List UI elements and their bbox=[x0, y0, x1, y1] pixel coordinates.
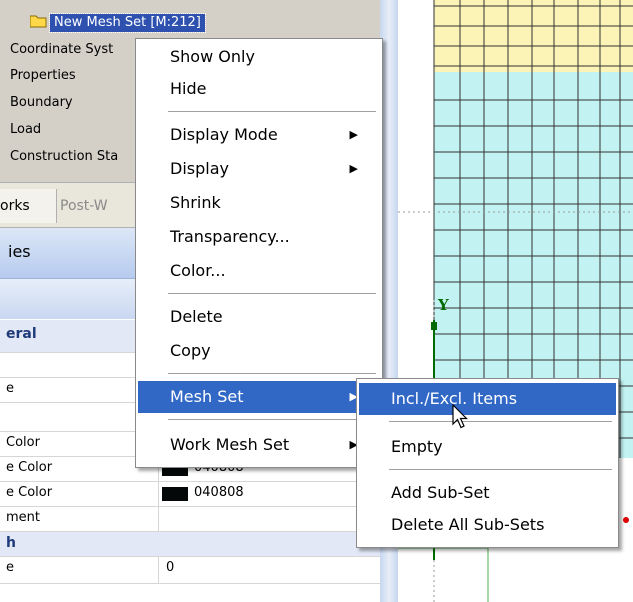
property-key: eral bbox=[6, 326, 37, 342]
context-menu: Show Only Hide Display Mode ▶ Display ▶ Sh… bbox=[135, 38, 383, 468]
property-value: 040808 bbox=[194, 485, 244, 500]
property-key: h bbox=[6, 535, 16, 551]
menu-item-hide[interactable]: Hide bbox=[138, 73, 380, 105]
property-key: ment bbox=[6, 510, 40, 525]
tree-item-construction-stage[interactable]: Construction Sta bbox=[10, 149, 118, 164]
menu-item-delete-all-sub-sets[interactable]: Delete All Sub-Sets bbox=[359, 509, 616, 541]
folder-icon bbox=[30, 15, 47, 28]
menu-item-transparency[interactable]: Transparency... bbox=[138, 221, 380, 253]
tree-item-coordinate-system[interactable]: Coordinate Syst bbox=[10, 42, 113, 57]
menu-separator bbox=[389, 469, 612, 470]
tab-works[interactable]: orks bbox=[0, 189, 57, 223]
tree-item-properties[interactable]: Properties bbox=[10, 68, 76, 83]
mouse-pointer-icon bbox=[452, 404, 468, 429]
menu-item-display-mode[interactable]: Display Mode ▶ bbox=[138, 119, 380, 151]
submenu-arrow-icon: ▶ bbox=[349, 128, 358, 141]
menu-separator bbox=[389, 421, 612, 422]
menu-item-work-mesh-set[interactable]: Work Mesh Set ▶ bbox=[138, 429, 380, 461]
menu-item-mesh-set[interactable]: Mesh Set ▶ bbox=[138, 381, 380, 413]
property-row[interactable]: e Color 040808 bbox=[0, 482, 380, 507]
menu-item-display[interactable]: Display ▶ bbox=[138, 153, 380, 185]
property-value: 0 bbox=[166, 560, 175, 575]
menu-item-add-sub-set[interactable]: Add Sub-Set bbox=[359, 477, 616, 509]
menu-item-copy[interactable]: Copy bbox=[138, 335, 380, 367]
tab-post-works[interactable]: Post-W bbox=[60, 189, 140, 223]
submenu-arrow-icon: ▶ bbox=[349, 162, 358, 175]
menu-separator bbox=[168, 111, 376, 112]
mesh-set-submenu: Incl./Excl. Items Empty Add Sub-Set Dele… bbox=[356, 378, 619, 548]
menu-item-incl-excl-items[interactable]: Incl./Excl. Items bbox=[359, 383, 616, 415]
menu-item-show-only[interactable]: Show Only bbox=[138, 41, 380, 73]
property-key: e bbox=[6, 560, 14, 575]
tree-item-load[interactable]: Load bbox=[10, 122, 41, 137]
menu-item-color[interactable]: Color... bbox=[138, 255, 380, 287]
axis-y-label: Y bbox=[438, 296, 449, 314]
property-category-mesh[interactable]: h bbox=[0, 532, 380, 557]
property-row[interactable]: e 0 bbox=[0, 557, 380, 584]
menu-separator bbox=[168, 419, 376, 420]
tree-item-new-mesh-set[interactable]: New Mesh Set [M:212] bbox=[49, 13, 206, 33]
color-swatch[interactable] bbox=[162, 487, 188, 501]
tree-item-boundary[interactable]: Boundary bbox=[10, 95, 73, 110]
menu-item-delete[interactable]: Delete bbox=[138, 301, 380, 333]
menu-item-shrink[interactable]: Shrink bbox=[138, 187, 380, 219]
menu-separator bbox=[168, 373, 376, 374]
property-key: e bbox=[6, 381, 14, 396]
property-key: Color bbox=[6, 435, 40, 450]
property-key: e Color bbox=[6, 485, 53, 500]
property-row[interactable]: ment bbox=[0, 507, 380, 532]
menu-separator bbox=[168, 293, 376, 294]
properties-title: ies bbox=[8, 242, 31, 261]
property-key: e Color bbox=[6, 460, 53, 475]
menu-item-empty[interactable]: Empty bbox=[359, 431, 616, 463]
